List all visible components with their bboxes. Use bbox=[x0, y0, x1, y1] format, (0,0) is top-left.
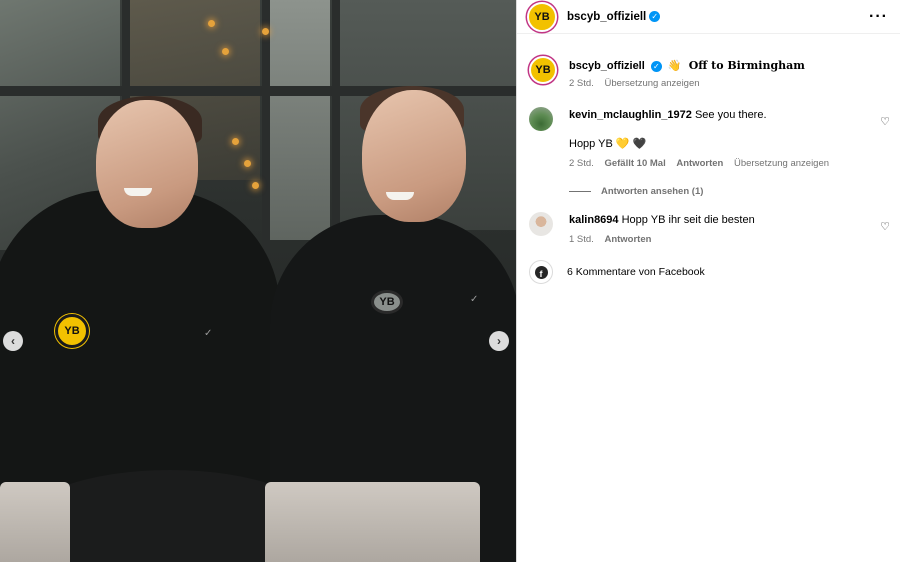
comment-body: See you there. bbox=[694, 109, 767, 121]
comment-time: 2 Std. bbox=[569, 158, 594, 169]
wave-emoji: 👋 bbox=[667, 60, 682, 72]
comment-text: kevin_mclaughlin_1972 See you there. bbox=[569, 109, 870, 121]
crest-text: YB bbox=[64, 325, 80, 337]
player-left-face bbox=[96, 100, 198, 228]
previous-image-button[interactable]: ‹ bbox=[3, 331, 23, 351]
caption-meta: 2 Std. Übersetzung anzeigen bbox=[569, 78, 870, 89]
brand-swoosh-icon: ✓ bbox=[470, 294, 479, 305]
comment-username[interactable]: kevin_mclaughlin_1972 bbox=[569, 109, 692, 121]
caption-username[interactable]: bscyb_offiziell bbox=[569, 60, 645, 72]
yb-crest-logo: YB bbox=[371, 290, 403, 314]
commenter-avatar[interactable] bbox=[529, 107, 553, 131]
post-caption: YB bscyb_offiziell ✓ 👋 Off to Birmingham… bbox=[529, 56, 890, 96]
brand-swoosh-icon: ✓ bbox=[204, 328, 213, 339]
comment-body-line2: Hopp YB 💛 🖤 bbox=[569, 138, 647, 150]
verified-badge-icon: ✓ bbox=[650, 60, 662, 72]
comment-likes[interactable]: Gefällt 10 Mal bbox=[604, 158, 665, 169]
window bbox=[270, 0, 330, 240]
comment-text: kalin8694 Hopp YB ihr seit die besten bbox=[569, 214, 870, 226]
player-left-smile bbox=[124, 188, 152, 196]
avatar-text: YB bbox=[535, 64, 551, 76]
player-right-face bbox=[362, 90, 466, 222]
crest-text: YB bbox=[379, 296, 395, 308]
comment: kevin_mclaughlin_1972 See you there. Hop… bbox=[529, 107, 890, 197]
account-avatar[interactable]: YB bbox=[527, 1, 557, 32]
translate-link[interactable]: Übersetzung anzeigen bbox=[604, 78, 699, 89]
more-dots-icon[interactable]: ··· bbox=[869, 8, 888, 26]
verified-badge-icon: ✓ bbox=[649, 11, 661, 22]
comment-body: Hopp YB ihr seit die besten bbox=[621, 214, 755, 226]
string-light bbox=[208, 20, 215, 27]
next-image-button[interactable]: › bbox=[489, 331, 509, 351]
like-heart-icon[interactable]: ♡ bbox=[880, 220, 890, 233]
player-right-smile bbox=[386, 192, 414, 200]
string-light bbox=[222, 48, 229, 55]
account-username[interactable]: bscyb_offiziell bbox=[567, 11, 646, 23]
string-light bbox=[252, 182, 259, 189]
facebook-icon: f bbox=[529, 260, 553, 284]
caption-time: 2 Std. bbox=[569, 78, 594, 89]
comment: kalin8694 Hopp YB ihr seit die besten 1 … bbox=[529, 212, 890, 252]
like-heart-icon[interactable]: ♡ bbox=[880, 115, 890, 128]
view-replies-toggle[interactable]: Antworten ansehen (1) bbox=[569, 186, 870, 197]
comment-time: 1 Std. bbox=[569, 234, 594, 245]
string-light bbox=[232, 138, 239, 145]
post-header: YB bscyb_offiziell ✓ ··· bbox=[517, 0, 900, 34]
facebook-comments-label: 6 Kommentare von Facebook bbox=[567, 266, 705, 278]
comment-meta: 1 Std. Antworten bbox=[569, 234, 870, 245]
string-light bbox=[262, 28, 269, 35]
avatar-text: YB bbox=[534, 10, 550, 23]
caption-line: bscyb_offiziell ✓ 👋 Off to Birmingham bbox=[569, 59, 870, 72]
post-sidebar: YB bscyb_offiziell ✓ ··· YB bscyb_offizi… bbox=[516, 0, 900, 562]
caption-avatar[interactable]: YB bbox=[529, 56, 557, 84]
comment-username[interactable]: kalin8694 bbox=[569, 214, 619, 226]
comment-meta: 2 Std. Gefällt 10 Mal Antworten Übersetz… bbox=[569, 158, 870, 169]
instagram-post-view: YB YB ✓ ✓ ‹ › YB bscyb_offiziell ✓ ··· Y… bbox=[0, 0, 900, 562]
string-light bbox=[244, 160, 251, 167]
post-photo[interactable]: YB YB ✓ ✓ ‹ › bbox=[0, 0, 516, 562]
chair bbox=[265, 482, 480, 562]
facebook-comments-link[interactable]: f 6 Kommentare von Facebook bbox=[529, 260, 705, 284]
chevron-right-icon: › bbox=[497, 334, 501, 348]
divider-line bbox=[569, 191, 591, 192]
chair bbox=[0, 482, 70, 562]
window-frame bbox=[332, 0, 340, 250]
view-replies-label: Antworten ansehen (1) bbox=[601, 186, 704, 197]
reply-link[interactable]: Antworten bbox=[604, 234, 651, 245]
caption-text: Off to Birmingham bbox=[688, 59, 805, 72]
commenter-avatar[interactable] bbox=[529, 212, 553, 236]
window-frame bbox=[262, 0, 270, 250]
reply-link[interactable]: Antworten bbox=[676, 158, 723, 169]
yb-crest-logo: YB bbox=[55, 314, 89, 348]
chevron-left-icon: ‹ bbox=[11, 334, 15, 348]
translate-link[interactable]: Übersetzung anzeigen bbox=[734, 158, 829, 169]
